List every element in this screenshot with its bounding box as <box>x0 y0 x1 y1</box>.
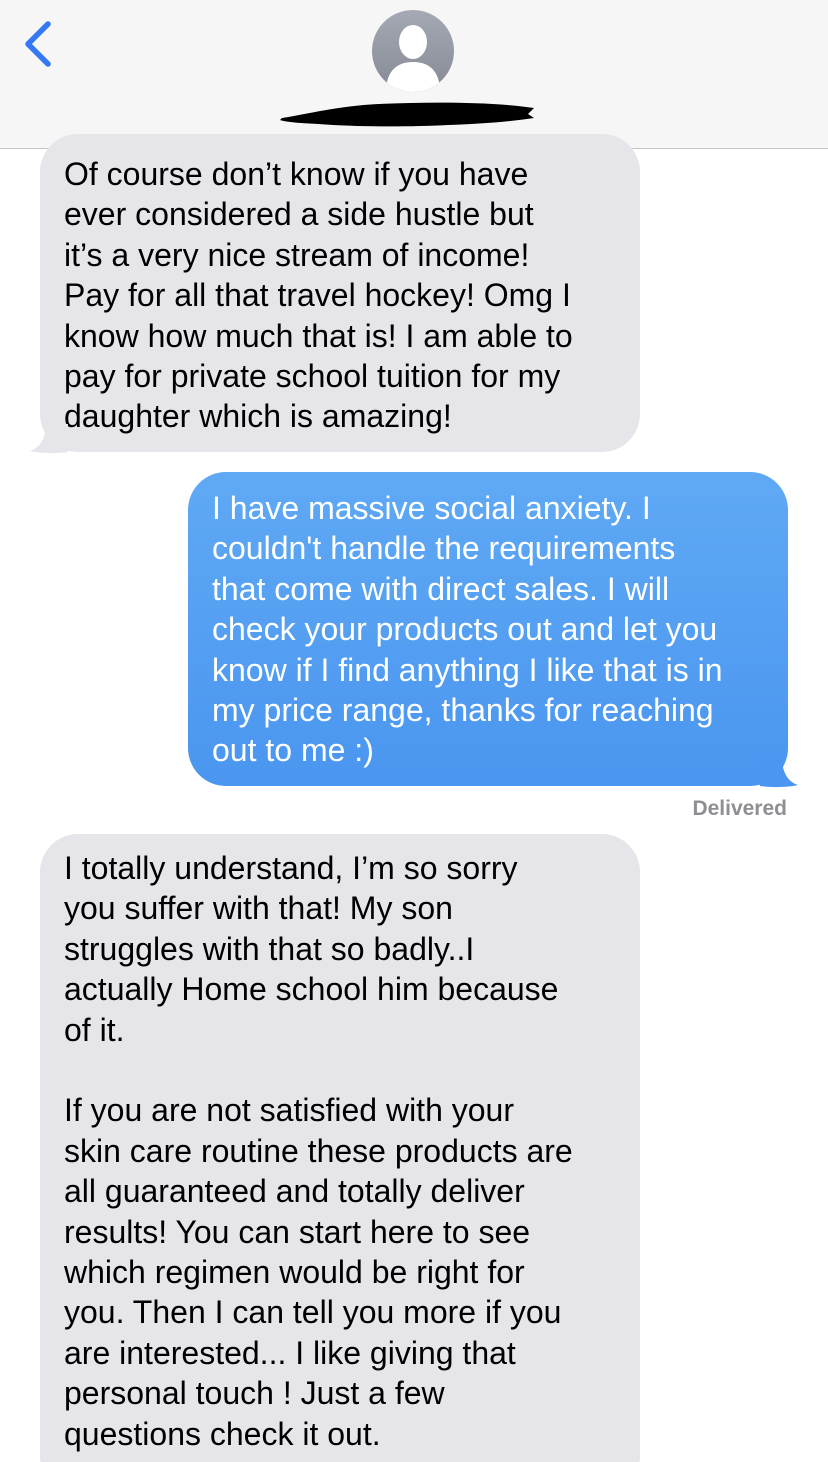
incoming-message-bubble[interactable]: I totally understand, I’m so sorry you s… <box>40 834 640 1462</box>
incoming-bubble-tail <box>30 424 68 454</box>
back-button[interactable] <box>18 18 62 70</box>
contact-name-redacted[interactable] <box>278 100 536 130</box>
contact-avatar[interactable] <box>372 10 454 92</box>
person-silhouette-icon <box>386 25 440 92</box>
messages-screen: Of course don’t know if you have ever co… <box>0 0 828 1462</box>
chevron-left-icon <box>25 21 51 67</box>
conversation-header <box>0 0 828 149</box>
incoming-message-bubble[interactable]: Of course don’t know if you have ever co… <box>40 134 640 452</box>
outgoing-bubble-tail <box>760 758 798 788</box>
delivery-status: Delivered <box>692 797 787 820</box>
outgoing-message-bubble[interactable]: I have massive social anxiety. I couldn'… <box>188 472 788 786</box>
